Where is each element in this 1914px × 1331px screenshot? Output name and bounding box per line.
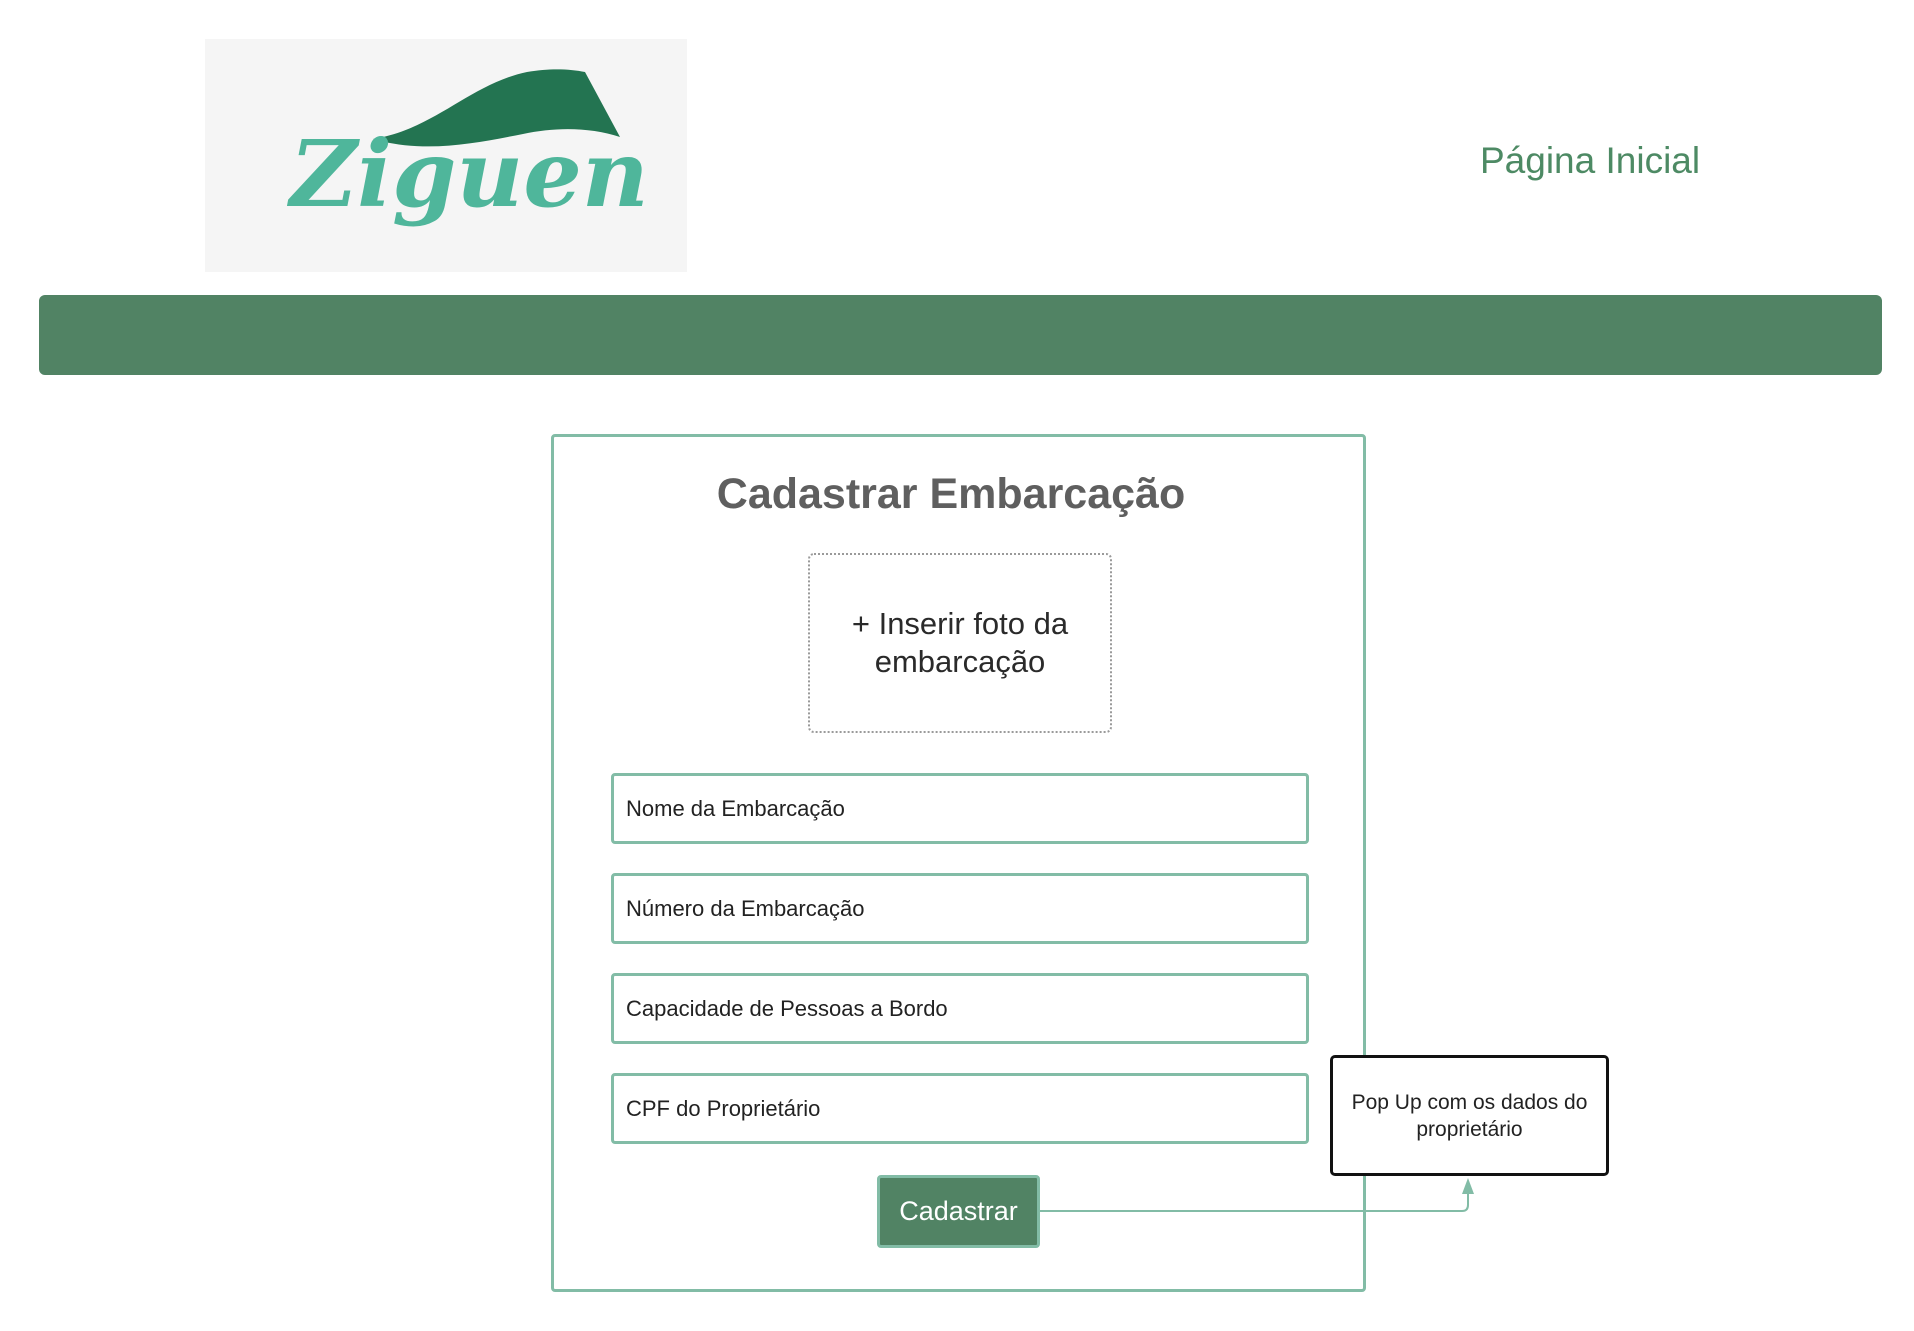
boat-number-input[interactable]	[611, 873, 1309, 944]
photo-upload-button[interactable]: + Inserir foto da embarcação	[808, 553, 1112, 733]
header-bar	[39, 295, 1882, 375]
capacity-input[interactable]	[611, 973, 1309, 1044]
nav-home-link[interactable]: Página Inicial	[1480, 140, 1700, 182]
boat-name-input[interactable]	[611, 773, 1309, 844]
logo-text: Ziguen	[286, 120, 649, 228]
photo-upload-label: + Inserir foto da embarcação	[851, 606, 1069, 679]
popup-annotation: Pop Up com os dados do proprietário	[1330, 1055, 1609, 1176]
page: Ziguen Página Inicial Cadastrar Embarcaç…	[0, 0, 1914, 1331]
popup-annotation-text: Pop Up com os dados do proprietário	[1351, 1090, 1588, 1141]
arrow-head-icon	[1462, 1178, 1474, 1194]
submit-button[interactable]: Cadastrar	[877, 1175, 1040, 1248]
form-title: Cadastrar Embarcação	[716, 470, 1186, 518]
owner-cpf-input[interactable]	[611, 1073, 1309, 1144]
ziguen-logo-icon: Ziguen	[286, 69, 649, 228]
logo[interactable]: Ziguen	[205, 39, 687, 272]
